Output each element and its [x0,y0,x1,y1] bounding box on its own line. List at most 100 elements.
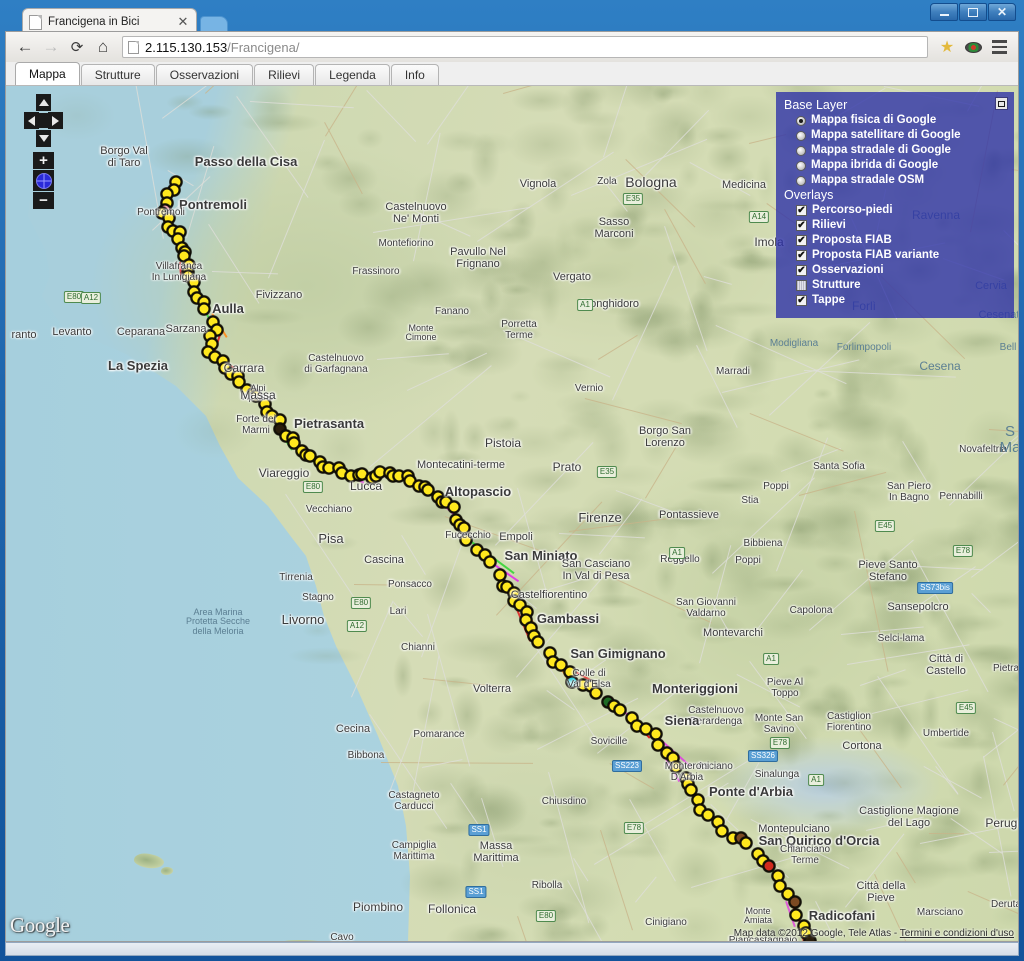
base-layer-option[interactable]: Mappa stradale OSM [784,173,1006,188]
route-marker[interactable] [197,302,211,316]
address-bar[interactable]: 2.115.130.153/Francigena/ [122,36,928,58]
browser-tab-title: Francigena in Bici [48,16,140,28]
tab-strutture[interactable]: Strutture [80,64,155,85]
home-button[interactable]: ⌂ [90,34,116,60]
terms-link[interactable]: Termini e condizioni d'uso [900,928,1014,939]
overlay-label: Percorso-piedi [812,204,893,216]
map-label: Monte Amiata [743,906,773,926]
map-label: Monteriggioni [652,681,738,696]
checkbox-icon[interactable] [796,235,807,246]
zoom-in-button[interactable]: + [33,152,54,169]
browser-tabstrip: Francigena in Bici ✕ [0,4,1024,35]
base-layer-label: Mappa ibrida di Google [811,159,939,171]
attribution-text: Map data ©2012 Google, Tele Atlas - [733,928,900,939]
extension-button[interactable] [960,34,986,60]
radio-button-icon[interactable] [796,115,806,126]
arrow-left-icon [28,115,35,126]
map-label: Marradi [716,366,750,377]
map-label: Castelfiorentino [510,589,588,601]
tab-info[interactable]: Info [390,64,439,85]
overlay-option[interactable]: Strutture [784,278,1006,293]
checkbox-icon[interactable] [796,295,807,306]
zoom-world-button[interactable] [33,170,54,191]
map-label: Massa [240,388,276,402]
road-shield: A1 [808,774,824,786]
chrome-menu-button[interactable] [986,34,1012,60]
map-label: Viareggio [258,466,310,480]
overlay-option[interactable]: Rilievi [784,218,1006,233]
pan-down-button[interactable] [36,130,51,147]
map-label: Pontremoli [179,197,247,212]
map-label: Deruta [990,899,1019,910]
base-layer-option[interactable]: Mappa stradale di Google [784,143,1006,158]
map-label: Montevarchi [703,627,763,639]
map-label: Sarzana [165,323,207,335]
road-shield: A14 [748,211,770,223]
overlay-option[interactable]: Proposta FIAB [784,233,1006,248]
route-marker[interactable] [788,895,802,909]
map-label: San Giovanni Valdarno [675,597,737,619]
overlay-option[interactable]: Proposta FIAB variante [784,248,1006,263]
pan-right-button[interactable] [48,112,63,129]
checkbox-icon[interactable] [796,205,807,216]
overlay-option[interactable]: Percorso-piedi [784,203,1006,218]
tab-mappa[interactable]: Mappa [15,62,80,85]
checkbox-icon[interactable] [796,250,807,261]
map-viewport[interactable]: Borgo Val di Taro Passo della Cisa Pontrem… [6,86,1019,941]
route-marker[interactable] [447,500,461,514]
star-icon: ★ [939,39,955,56]
tab-legenda[interactable]: Legenda [315,64,390,85]
base-layer-option[interactable]: Mappa ibrida di Google [784,158,1006,173]
tab-rilievi[interactable]: Rilievi [254,64,315,85]
map-label: Pieve Al Toppo [766,677,804,699]
tab-osservazioni[interactable]: Osservazioni [155,64,254,85]
overlay-label: Strutture [812,279,861,291]
map-label: Bell [999,342,1017,353]
back-button[interactable]: ← [12,34,38,60]
base-layer-label: Mappa satellitare di Google [811,129,961,141]
route-marker[interactable] [739,836,753,850]
route-marker[interactable] [531,635,545,649]
radio-button-icon[interactable] [796,145,806,156]
road-shield: E78 [769,737,791,749]
map-label: Capolona [789,605,833,616]
radio-button-icon[interactable] [796,175,806,186]
checkbox-icon[interactable] [796,280,807,291]
map-label: Fivizzano [255,289,303,301]
map-label: Bibbona [347,750,385,761]
map-label: Ponte d'Arbia [709,784,793,799]
map-label: Borgo Val di Taro [100,145,148,169]
map-label: Città della Pieve [856,880,906,904]
zoom-out-button[interactable]: − [33,192,54,209]
base-layer-heading: Base Layer [784,98,848,112]
page-content: Mappa Strutture Osservazioni Rilievi Legenda… [5,62,1019,942]
map-label: S Ma [999,423,1019,456]
map-label: Porretta Terme [501,319,537,341]
map-label: Levanto [52,326,92,338]
map-label: San Casciano In Val di Pesa [561,558,631,582]
base-layer-option[interactable]: Mappa satellitare di Google [784,128,1006,143]
close-icon[interactable]: ✕ [176,15,190,29]
bookmark-star-button[interactable]: ★ [934,34,960,60]
layer-switcher-minimize-button[interactable] [995,97,1008,110]
radio-button-icon[interactable] [796,130,806,141]
pan-up-button[interactable] [36,94,51,111]
reload-button[interactable]: ⟳ [64,34,90,60]
map-label: Campiglia Marittima [391,840,437,862]
checkbox-icon[interactable] [796,265,807,276]
map-label: Medicina [721,179,767,191]
overlay-option[interactable]: Tappe [784,293,1006,308]
checkbox-icon[interactable] [796,220,807,231]
route-marker[interactable] [613,703,627,717]
map-pan-pad [24,94,63,150]
map-label: Pontassieve [659,509,719,521]
layer-switcher-panel[interactable]: Base Layer Mappa fisica di Google Mappa s… [776,92,1014,318]
forward-button[interactable]: → [38,34,64,60]
route-marker[interactable] [483,555,497,569]
map-label: Gambassi [536,611,600,626]
radio-button-icon[interactable] [796,160,806,171]
base-layer-option[interactable]: Mappa fisica di Google [784,113,1006,128]
overlay-option[interactable]: Osservazioni [784,263,1006,278]
map-attribution: Map data ©2012 Google, Tele Atlas - Term… [734,928,1014,939]
map-navigation-control[interactable]: + − [24,94,64,209]
